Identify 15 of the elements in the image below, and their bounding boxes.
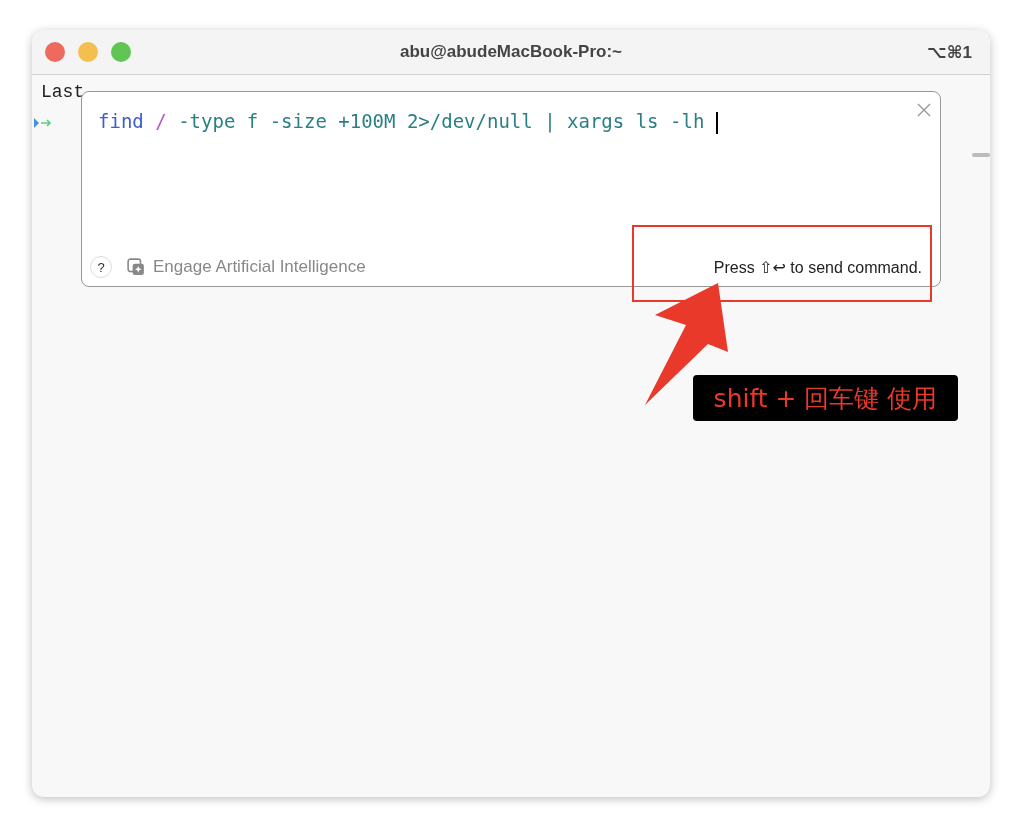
window-title: abu@abudeMacBook-Pro:~ — [400, 42, 622, 62]
ai-toggle-label[interactable]: Engage Artificial Intelligence — [153, 257, 366, 277]
command-input[interactable]: find / -type f -size +100M 2>/dev/null | xargs ls -lh — [98, 110, 718, 134]
window-shortcut: ⌥⌘1 — [927, 41, 972, 63]
command-editor[interactable]: find / -type f -size +100M 2>/dev/null | xargs ls -lh ? Engage Artificial Intelligence Press ⇧↩ to send command. — [81, 91, 941, 287]
annotation-label: shift + 回车键 使用 — [693, 375, 958, 421]
scrollbar-marker — [972, 153, 990, 157]
close-button[interactable] — [45, 42, 65, 62]
help-button[interactable]: ? — [90, 256, 112, 278]
prompt-icon — [33, 117, 53, 129]
zoom-button[interactable] — [111, 42, 131, 62]
sparkle-icon — [127, 258, 145, 276]
close-icon[interactable] — [916, 102, 932, 118]
send-hint: Press ⇧↩ to send command. — [713, 257, 922, 277]
minimize-button[interactable] — [78, 42, 98, 62]
